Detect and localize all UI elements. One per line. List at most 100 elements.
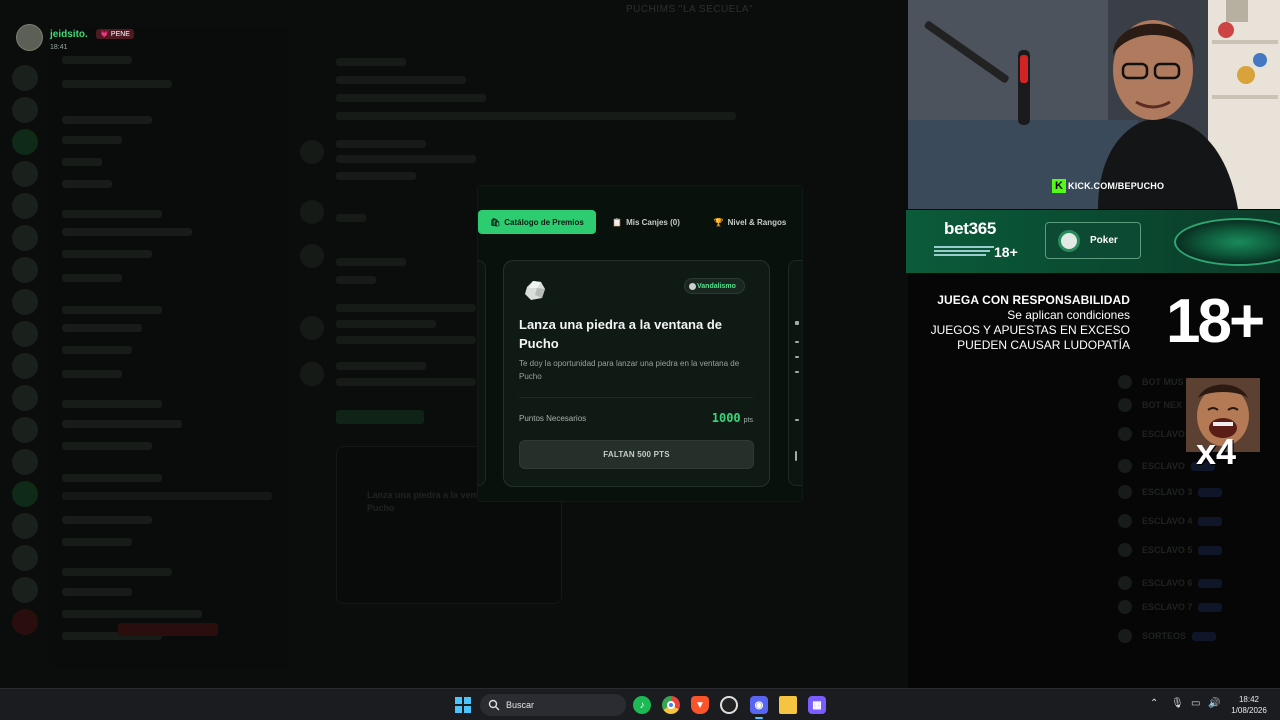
kick-watermark: K KICK.COM/BEPUCHO xyxy=(1052,179,1164,193)
file-explorer-icon[interactable] xyxy=(779,696,797,714)
channel-item[interactable] xyxy=(62,56,132,64)
member-icon xyxy=(1118,514,1132,528)
points-value: 1000 xyxy=(711,411,741,425)
start-tile xyxy=(464,706,471,713)
discord-window-title: PUCHIMS "LA SECUELA" xyxy=(626,4,754,15)
member-name: ESCLAVO xyxy=(1142,429,1185,439)
chat-line xyxy=(336,155,476,163)
redeem-button-disabled[interactable]: FALTAN 500 PTS xyxy=(519,440,754,469)
points-unit: pts xyxy=(743,417,753,424)
channel-item[interactable] xyxy=(62,442,152,450)
chat-line xyxy=(336,214,366,222)
channel-item[interactable] xyxy=(62,420,182,428)
member-icon xyxy=(1118,629,1132,643)
obs-icon[interactable] xyxy=(720,696,738,714)
server-icon[interactable] xyxy=(12,449,38,475)
roulette-image xyxy=(1174,218,1280,266)
chrome-icon[interactable] xyxy=(662,696,680,714)
channel-item[interactable] xyxy=(62,588,132,596)
server-icon[interactable] xyxy=(12,385,38,411)
card-fragment xyxy=(795,371,799,373)
member-list-item[interactable]: ESCLAVO 5 xyxy=(1118,542,1223,558)
server-icon[interactable] xyxy=(12,353,38,379)
channel-item[interactable] xyxy=(62,274,122,282)
discord-icon[interactable]: ◉ xyxy=(750,696,768,719)
member-list-item[interactable]: ESCLAVO 4 xyxy=(1118,513,1223,529)
tab-catalogo[interactable]: 🛍 Catálogo de Premios xyxy=(478,210,596,234)
channel-item[interactable] xyxy=(62,516,152,524)
server-icon[interactable] xyxy=(12,417,38,443)
disclaimer-line xyxy=(934,246,994,248)
resp-line-2: Se aplican condiciones xyxy=(1007,308,1130,322)
member-name: ESCLAVO 3 xyxy=(1142,487,1193,497)
tab-nivel-rangos[interactable]: 🏆 Nivel & Rangos xyxy=(696,210,802,234)
channel-item[interactable] xyxy=(62,228,192,236)
server-icon[interactable] xyxy=(12,577,38,603)
channel-category[interactable] xyxy=(62,474,162,482)
spotify-icon[interactable]: ♪ xyxy=(633,696,651,714)
server-icon[interactable] xyxy=(12,321,38,347)
volume-icon[interactable]: 🔊 xyxy=(1208,698,1220,709)
channel-category[interactable] xyxy=(62,306,162,314)
reward-card: Vandalismo Lanza una piedra a la ventana… xyxy=(503,260,770,487)
member-icon xyxy=(1118,375,1132,389)
channel-item[interactable] xyxy=(62,538,132,546)
server-icon[interactable] xyxy=(12,161,38,187)
taskbar-clock[interactable]: 18:42 1/08/2026 xyxy=(1226,694,1272,716)
server-icon[interactable] xyxy=(12,289,38,315)
server-icon[interactable] xyxy=(12,65,38,91)
taskbar-search[interactable]: Buscar xyxy=(480,694,626,716)
brave-icon[interactable]: ▼ xyxy=(691,696,709,714)
chat-line xyxy=(336,276,376,284)
server-icon[interactable] xyxy=(12,225,38,251)
member-list-item[interactable]: SORTEOS xyxy=(1118,628,1217,644)
channel-category[interactable] xyxy=(62,568,172,576)
tray-chevron-icon[interactable]: ⌃ xyxy=(1150,698,1158,709)
server-icon[interactable] xyxy=(12,129,38,155)
network-icon[interactable]: ▭ xyxy=(1191,698,1200,709)
member-tag xyxy=(1198,602,1223,612)
app-grid-icon[interactable]: ▦ xyxy=(808,696,826,714)
server-icon[interactable] xyxy=(12,257,38,283)
chat-line xyxy=(336,172,416,180)
next-reward-card[interactable] xyxy=(788,260,802,486)
channel-category[interactable] xyxy=(62,116,152,124)
channel-item[interactable] xyxy=(62,80,172,88)
channel-item-general[interactable] xyxy=(62,492,272,500)
channel-item[interactable] xyxy=(62,346,132,354)
member-icon xyxy=(1118,485,1132,499)
clipboard-icon: 📋 xyxy=(612,217,623,227)
channel-item[interactable] xyxy=(62,158,102,166)
server-icon[interactable] xyxy=(12,545,38,571)
reward-description: Te doy la oportunidad para lanzar una pi… xyxy=(519,359,740,381)
server-icon[interactable] xyxy=(12,481,38,507)
channel-item[interactable] xyxy=(62,180,112,188)
server-icon[interactable] xyxy=(12,193,38,219)
bet365-banner: bet365 18+ Poker xyxy=(906,210,1280,273)
tab-mis-canjes[interactable]: 📋 Mis Canjes (0) xyxy=(596,210,696,234)
microphone-icon[interactable]: 🎙 xyxy=(1171,698,1184,709)
chat-embed-button[interactable] xyxy=(336,410,424,424)
username: jeidsito. xyxy=(50,29,88,40)
channel-category[interactable] xyxy=(62,400,162,408)
channel-item[interactable] xyxy=(62,610,202,618)
kick-url: KICK.COM/BEPUCHO xyxy=(1068,181,1165,191)
server-icon[interactable] xyxy=(12,609,38,635)
server-icon[interactable] xyxy=(12,513,38,539)
chat-line xyxy=(336,94,486,102)
server-icon[interactable] xyxy=(12,97,38,123)
previous-reward-card[interactable] xyxy=(478,260,486,486)
channel-item[interactable] xyxy=(62,136,122,144)
member-list-item[interactable]: ESCLAVO 6 xyxy=(1118,575,1223,591)
bet-poker-tile: Poker xyxy=(1045,222,1141,259)
channel-category[interactable] xyxy=(62,210,162,218)
member-list-item[interactable]: ESCLAVO 3 xyxy=(1118,484,1223,500)
bet365-logo: bet365 xyxy=(944,219,997,238)
channel-item[interactable] xyxy=(62,250,152,258)
member-list-item[interactable]: ESCLAVO 7 xyxy=(1118,599,1223,615)
channel-item[interactable] xyxy=(62,370,122,378)
windows-start-icon[interactable] xyxy=(455,697,471,713)
channel-item[interactable] xyxy=(62,324,142,332)
server-rail[interactable] xyxy=(0,55,48,665)
category-label: Vandalismo xyxy=(697,282,736,290)
